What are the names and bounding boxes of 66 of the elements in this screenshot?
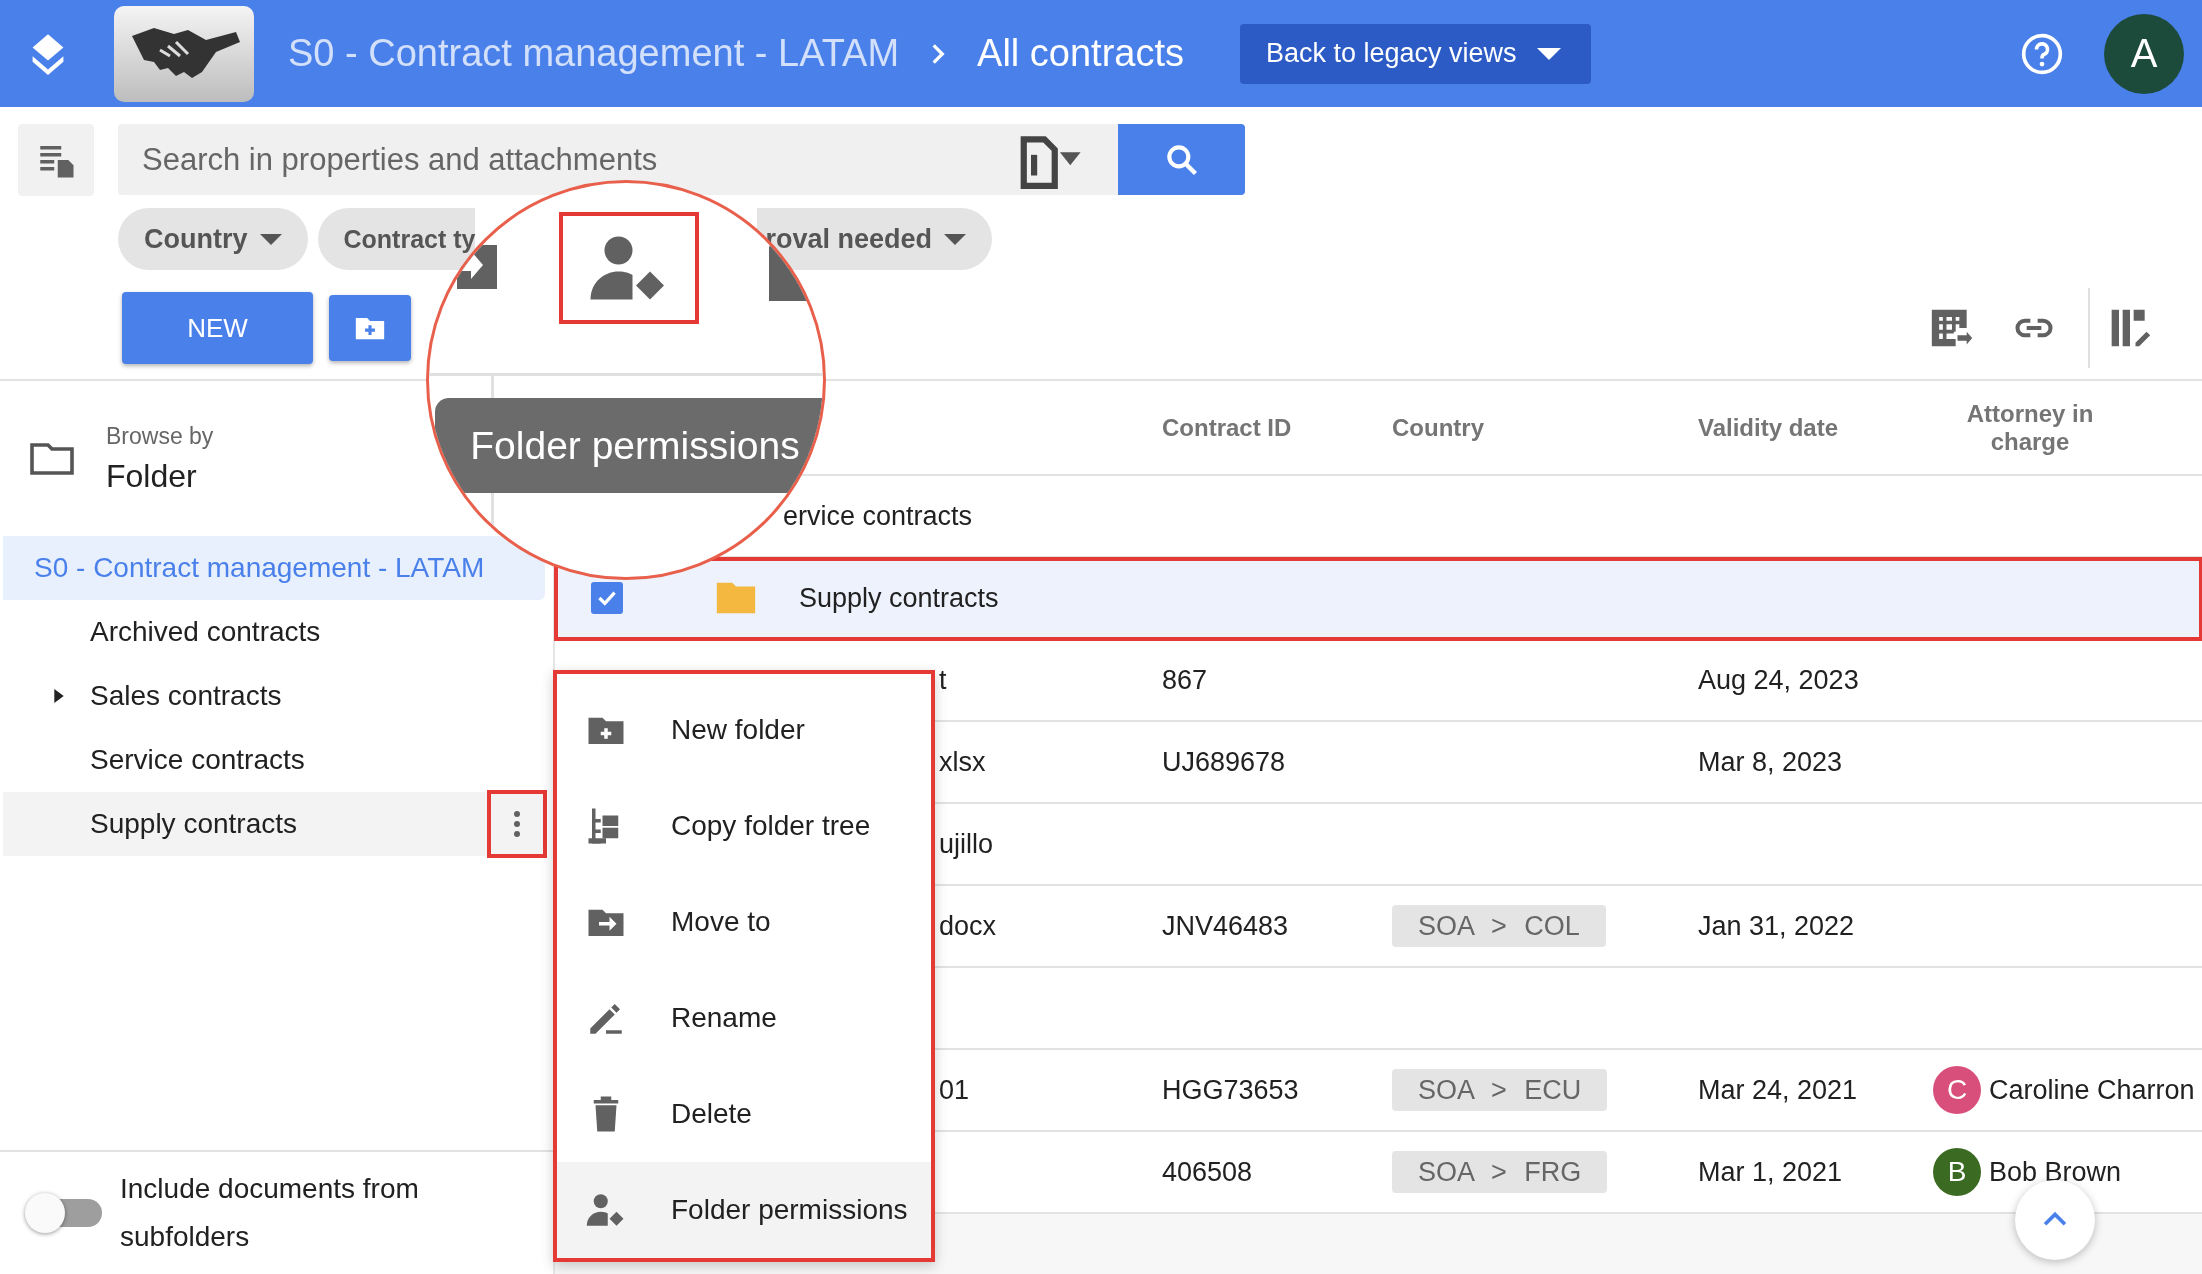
kebab-icon — [513, 809, 521, 839]
user-avatar[interactable]: A — [2104, 13, 2184, 94]
name-cell: ujillo — [939, 828, 994, 860]
menu-item[interactable]: Copy folder tree — [557, 778, 931, 874]
caret-icon — [259, 233, 282, 245]
date-cell: Jan 31, 2022 — [1698, 910, 1855, 941]
name-cell: docx — [939, 910, 997, 942]
country-tag: SOA > COL — [1392, 904, 1606, 947]
name-cell: ervice contracts — [783, 500, 973, 532]
folder-name: Service contracts — [90, 744, 305, 776]
menu-item[interactable]: Move to — [557, 874, 931, 970]
contract-id-cell: UJ689678 — [1162, 746, 1286, 777]
toggle-switch[interactable] — [24, 1191, 102, 1235]
legacy-views-button[interactable]: Back to legacy views — [1240, 23, 1591, 84]
menu-item[interactable]: New folder — [557, 682, 931, 778]
new-folder-button[interactable] — [329, 295, 411, 361]
filter-chip[interactable]: Contract ty — [317, 208, 476, 270]
column-header[interactable]: Country — [1380, 413, 1686, 442]
new-button[interactable]: NEW — [122, 292, 313, 364]
menu-item[interactable]: Folder permissions — [557, 1162, 931, 1258]
folder-name: Sales contracts — [90, 680, 282, 712]
date-cell: Aug 24, 2023 — [1698, 664, 1859, 695]
browse-mode[interactable]: Folder — [106, 457, 214, 495]
browse-caption: Browse by — [106, 422, 214, 450]
date-cell: Mar 8, 2023 — [1698, 746, 1843, 777]
more-options-button[interactable] — [489, 792, 545, 856]
selected-row[interactable]: Supply contracts — [555, 558, 2202, 640]
search-button[interactable] — [1118, 124, 1245, 195]
name-cell: 01 — [939, 1074, 970, 1106]
sidebar-toggle-button[interactable] — [18, 123, 94, 196]
help-icon[interactable] — [2020, 31, 2064, 76]
column-header[interactable]: Validity date — [1686, 413, 1930, 442]
contract-id-cell: 867 — [1162, 664, 1208, 695]
caret-icon — [1536, 47, 1561, 60]
contract-id-cell: 406508 — [1162, 1156, 1253, 1187]
column-header[interactable]: Attorney in charge — [1930, 399, 2130, 456]
page-title: All contracts — [977, 32, 1184, 75]
expand-arrow-icon[interactable] — [52, 686, 66, 706]
tree-item[interactable]: Supply contracts — [3, 792, 545, 856]
attorney-avatar: C — [1933, 1066, 1981, 1114]
column-header[interactable]: Contract ID — [1150, 413, 1380, 442]
tree-item[interactable]: Sales contracts — [3, 664, 545, 728]
attorney-avatar: B — [1933, 1148, 1981, 1196]
country-tag: SOA > FRG — [1392, 1150, 1608, 1193]
folder-name: Archived contracts — [90, 616, 321, 648]
tree-item[interactable]: Archived contracts — [3, 600, 545, 664]
attorney-name: Bob Brown — [1989, 1156, 2122, 1188]
attorney-name: Caroline Charron — [1989, 1074, 2195, 1106]
contract-id-cell: HGG73653 — [1162, 1074, 1299, 1105]
name-cell: xlsx — [939, 746, 986, 778]
contract-id-cell: JNV46483 — [1162, 910, 1289, 941]
folder-name: Supply contracts — [90, 808, 297, 840]
tooltip: Folder permissions — [435, 398, 823, 493]
date-cell: Mar 1, 2021 — [1698, 1156, 1843, 1187]
name-cell: t — [939, 664, 947, 696]
caret-icon — [944, 233, 967, 245]
toggle-label: Include documents from subfolders — [120, 1172, 420, 1254]
tree-item[interactable]: Service contracts — [3, 728, 545, 792]
search-field[interactable]: Search in properties and attachments — [118, 124, 1118, 195]
name-cell: Supply contracts — [799, 582, 999, 614]
row-checkbox[interactable] — [591, 582, 623, 614]
country-tag: SOA > ECU — [1392, 1068, 1608, 1111]
menu-item[interactable]: Rename — [557, 970, 931, 1066]
menu-item[interactable]: Delete — [557, 1066, 931, 1162]
date-cell: Mar 24, 2021 — [1698, 1074, 1858, 1105]
filter-chip[interactable]: Country — [118, 208, 308, 270]
